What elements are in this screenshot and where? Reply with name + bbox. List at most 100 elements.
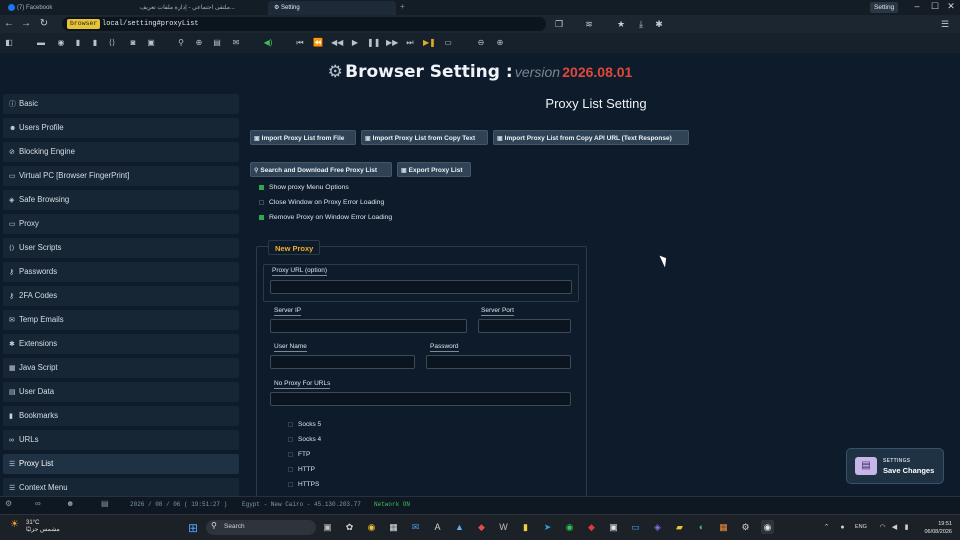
taskbar-search[interactable] bbox=[206, 520, 316, 535]
extension-icon[interactable]: ✱ bbox=[652, 17, 666, 31]
sidebar-item-temp-emails[interactable]: ✉ Temp Emails bbox=[3, 310, 239, 330]
folder-icon[interactable]: ▰ bbox=[673, 520, 686, 534]
sidebar-item-safe-browsing[interactable]: ◈ Safe Browsing bbox=[3, 190, 239, 210]
windows-start-icon[interactable]: ⊞ bbox=[188, 521, 198, 535]
camera-icon[interactable]: ◙ bbox=[127, 36, 139, 49]
browser-tab-setting[interactable]: ⚙ Setting bbox=[268, 1, 396, 15]
maximize-icon[interactable]: ☐ bbox=[928, 0, 942, 14]
no-proxy-field[interactable] bbox=[270, 392, 571, 406]
telegram-icon[interactable]: ➤ bbox=[541, 520, 554, 534]
sidebar-item-context-menu[interactable]: ☰ Context Menu bbox=[3, 478, 239, 496]
minimize-icon[interactable]: – bbox=[910, 0, 924, 14]
sidebar-item-bookmarks[interactable]: ▮ Bookmarks bbox=[3, 406, 239, 426]
forward-icon[interactable]: ▶▶ bbox=[386, 36, 398, 49]
save-changes-button[interactable]: Save Changes bbox=[883, 466, 934, 475]
weather-widget[interactable]: 31°C مشمس جزئيًا bbox=[26, 520, 60, 534]
battery-icon[interactable]: ▮ bbox=[900, 521, 913, 535]
proxy-url-field[interactable] bbox=[270, 280, 572, 294]
taskbar-clock[interactable]: 19:51 06/08/2026 bbox=[918, 520, 952, 536]
keyboard-icon[interactable]: ▬ bbox=[35, 36, 47, 49]
import-api-button[interactable]: ▣ Import Proxy List from Copy API URL (Te… bbox=[493, 130, 689, 145]
play-icon[interactable]: ▶ bbox=[349, 36, 361, 49]
close-window-error-checkbox[interactable] bbox=[259, 200, 264, 205]
chrome-icon[interactable]: ◉ bbox=[365, 520, 378, 534]
capture-icon[interactable]: ▣ bbox=[607, 520, 620, 534]
menu-icon[interactable]: ☰ bbox=[938, 17, 952, 31]
lock-icon[interactable]: ▮ bbox=[89, 36, 101, 49]
mail-app-icon[interactable]: ✉ bbox=[409, 520, 422, 534]
ftp-checkbox[interactable] bbox=[288, 452, 293, 457]
database-icon[interactable]: ▤ bbox=[101, 499, 109, 508]
sidebar-item-proxy[interactable]: ▭ Proxy bbox=[3, 214, 239, 234]
save-icon[interactable]: ▣ bbox=[145, 36, 157, 49]
microphone-icon[interactable]: ● bbox=[836, 521, 849, 535]
tray-chevron-icon[interactable]: ⌃ bbox=[820, 521, 833, 535]
server-port-field[interactable] bbox=[478, 319, 571, 333]
username-field[interactable] bbox=[270, 355, 415, 369]
sidebar-item-passwords[interactable]: ⚷ Passwords bbox=[3, 262, 239, 282]
browser-app-icon[interactable]: ◉ bbox=[761, 520, 774, 534]
widget-app-icon[interactable]: W bbox=[497, 520, 510, 534]
rewind-icon[interactable]: ◀◀ bbox=[331, 36, 343, 49]
sidebar-item-virtual-pc[interactable]: ▭ Virtual PC [Browser FingerPrint] bbox=[3, 166, 239, 186]
search-download-button[interactable]: ⚲ Search and Download Free Proxy List bbox=[250, 162, 392, 177]
server-ip-field[interactable] bbox=[270, 319, 467, 333]
sidebar-item-users-profile[interactable]: ☻ Users Profile bbox=[3, 118, 239, 138]
language-indicator[interactable]: ENG bbox=[855, 524, 867, 530]
circle-icon[interactable]: ◉ bbox=[55, 36, 67, 49]
sidebar-item-extensions[interactable]: ✱ Extensions bbox=[3, 334, 239, 354]
mail-icon[interactable]: ✉ bbox=[230, 36, 242, 49]
password-field[interactable] bbox=[426, 355, 571, 369]
socks5-checkbox[interactable] bbox=[288, 422, 293, 427]
export-button[interactable]: ▣ Export Proxy List bbox=[397, 162, 471, 177]
settings-app-icon[interactable]: ⚙ bbox=[739, 520, 752, 534]
download-icon[interactable]: ⤓ bbox=[634, 17, 648, 31]
weather-icon[interactable]: ☀ bbox=[10, 519, 19, 530]
gear-icon[interactable]: ⚙ bbox=[5, 499, 12, 508]
car-icon[interactable]: ▤ bbox=[211, 36, 223, 49]
new-tab-icon[interactable]: + bbox=[400, 2, 405, 11]
socks4-checkbox[interactable] bbox=[288, 437, 293, 442]
link-icon[interactable]: ∞ bbox=[35, 499, 41, 508]
close-icon[interactable]: ✕ bbox=[944, 0, 958, 14]
chatgpt-icon[interactable]: ✿ bbox=[343, 520, 356, 534]
skip-start-icon[interactable]: ⏮ bbox=[294, 36, 306, 49]
http-checkbox[interactable] bbox=[288, 467, 293, 472]
show-proxy-menu-checkbox[interactable] bbox=[259, 185, 264, 190]
import-file-button[interactable]: ▣ Import Proxy List from File bbox=[250, 130, 356, 145]
edge-icon[interactable]: ◐ bbox=[695, 520, 708, 534]
import-text-button[interactable]: ▣ Import Proxy List from Copy Text bbox=[361, 130, 488, 145]
store-icon[interactable]: ▦ bbox=[387, 520, 400, 534]
rewind-fast-icon[interactable]: ⏪ bbox=[312, 36, 324, 49]
sidebar-item-proxy-list[interactable]: ☰ Proxy List bbox=[3, 454, 239, 474]
pause-icon[interactable]: ❚❚ bbox=[367, 36, 380, 49]
sidebar-item-basic[interactable]: ⓘ Basic bbox=[3, 94, 239, 114]
forward-arrow-icon[interactable]: → bbox=[18, 15, 34, 33]
https-checkbox[interactable] bbox=[288, 482, 293, 487]
media-app-icon[interactable]: ◆ bbox=[475, 520, 488, 534]
map-pin-icon[interactable]: ⚲ bbox=[175, 36, 187, 49]
users-icon[interactable]: ☻ bbox=[66, 499, 74, 508]
sidebar-item-user-scripts[interactable]: ⟨⟩ User Scripts bbox=[3, 238, 239, 258]
remove-proxy-error-checkbox[interactable] bbox=[259, 215, 264, 220]
zoom-out-icon[interactable]: ⊖ bbox=[475, 36, 487, 49]
code-icon[interactable]: ⟨⟩ bbox=[106, 36, 118, 49]
whatsapp-icon[interactable]: ◉ bbox=[563, 520, 576, 534]
sidebar-item-java-script[interactable]: ▦ Java Script bbox=[3, 358, 239, 378]
monitor-icon[interactable]: ▭ bbox=[629, 520, 642, 534]
layers-icon[interactable]: ≋ bbox=[582, 17, 596, 31]
url-text[interactable]: local/setting#proxyList bbox=[102, 18, 199, 30]
task-view-icon[interactable]: ▣ bbox=[321, 520, 334, 534]
star-icon[interactable]: ★ bbox=[614, 17, 628, 31]
sidebar-item-2fa-codes[interactable]: ⚷ 2FA Codes bbox=[3, 286, 239, 306]
zoom-in-icon[interactable]: ⊕ bbox=[494, 36, 506, 49]
next-track-icon[interactable]: ▶❚ bbox=[423, 36, 436, 49]
app-icon[interactable]: ▦ bbox=[717, 520, 730, 534]
screen-icon[interactable]: ▭ bbox=[442, 36, 454, 49]
layers-icon[interactable]: ◧ bbox=[3, 36, 15, 49]
photos-icon[interactable]: ▲ bbox=[453, 520, 466, 534]
trash-icon[interactable]: ▮ bbox=[72, 36, 84, 49]
font-app-icon[interactable]: A bbox=[431, 520, 444, 534]
browser-tab-profiles[interactable]: ملتقى اجتماعي - إدارة ملفات تعريف... bbox=[134, 1, 264, 15]
copilot-icon[interactable]: ◈ bbox=[651, 520, 664, 534]
